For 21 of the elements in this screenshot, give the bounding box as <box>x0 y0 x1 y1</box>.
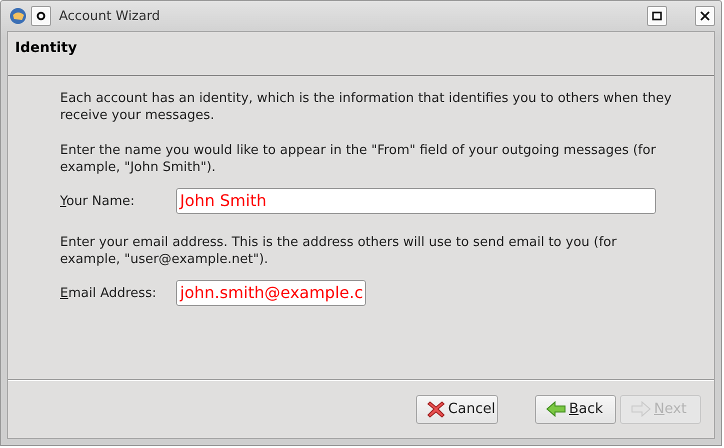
cancel-button[interactable]: Cancel <box>416 394 498 424</box>
ring-icon <box>36 11 46 21</box>
window-title: Account Wizard <box>59 8 161 24</box>
back-button[interactable]: Back <box>535 394 616 424</box>
left-arrow-icon <box>546 401 566 417</box>
maximize-icon <box>652 11 662 21</box>
cross-icon <box>427 400 445 418</box>
instruction-text: Enter your email address. This is the address others will use to send email to you (for example, "user@example.net"). <box>60 234 618 268</box>
right-arrow-icon <box>631 401 651 417</box>
field-label: Email Address: <box>60 286 156 300</box>
close-button[interactable] <box>695 6 715 26</box>
instruction-text: Enter the name you would like to appear in the "From" field of your outgoing messages (for example, "John Smith"). <box>60 142 657 176</box>
maximize-button[interactable] <box>647 6 667 26</box>
email-field[interactable]: john.smith@example.c <box>176 280 366 306</box>
name-field[interactable]: John Smith <box>176 188 656 214</box>
window-menu-button[interactable] <box>31 6 51 26</box>
field-label: Your Name: <box>60 194 135 208</box>
description-text: Each account has an identity, which is the information that identifies you to others when they receive your messages. <box>60 90 673 124</box>
app-logo-icon <box>9 7 27 25</box>
page-title: Identity <box>15 40 78 56</box>
close-icon <box>700 11 710 21</box>
